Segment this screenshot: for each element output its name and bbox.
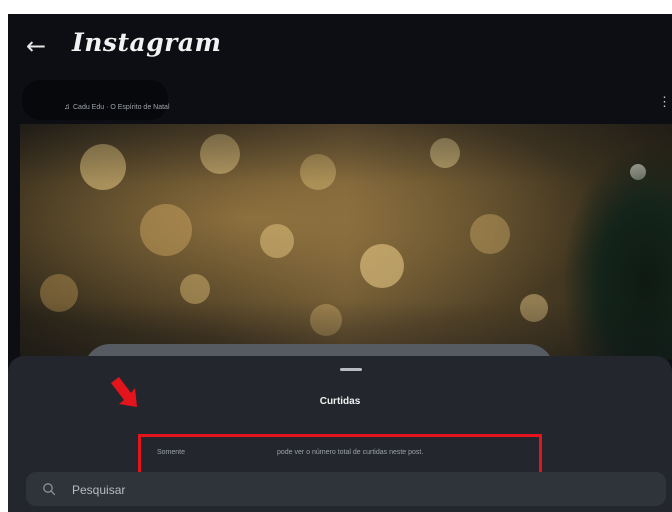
top-app-bar: ← Instagram [8,14,672,76]
likes-info-text-start: Somente [157,449,186,456]
music-label-row[interactable]: ♫ Cadu Edu · O Espírito de Natal [64,102,170,111]
back-button[interactable]: ← [22,32,50,60]
instagram-app: ← Instagram ♫ Cadu Edu · O Espírito de Na… [8,14,672,512]
avatar[interactable] [22,80,168,120]
arrow-left-icon: ← [25,32,47,60]
more-options-button[interactable]: ⋮ [658,94,671,110]
app-title: Instagram [72,28,222,57]
sheet-drag-handle[interactable] [340,368,362,371]
post-header: ♫ Cadu Edu · O Espírito de Natal ⋮ [8,76,672,124]
search-icon [43,483,56,496]
music-label: Cadu Edu · O Espírito de Natal [73,104,170,111]
search-bar[interactable] [26,472,666,506]
red-arrow-icon [111,377,137,407]
search-input[interactable] [70,478,634,502]
kebab-menu-icon: ⋮ [658,94,671,109]
likes-info-text-end: pode ver o número total de curtidas nest… [277,449,424,456]
post-photo [20,124,672,360]
music-note-icon: ♫ [64,102,70,111]
